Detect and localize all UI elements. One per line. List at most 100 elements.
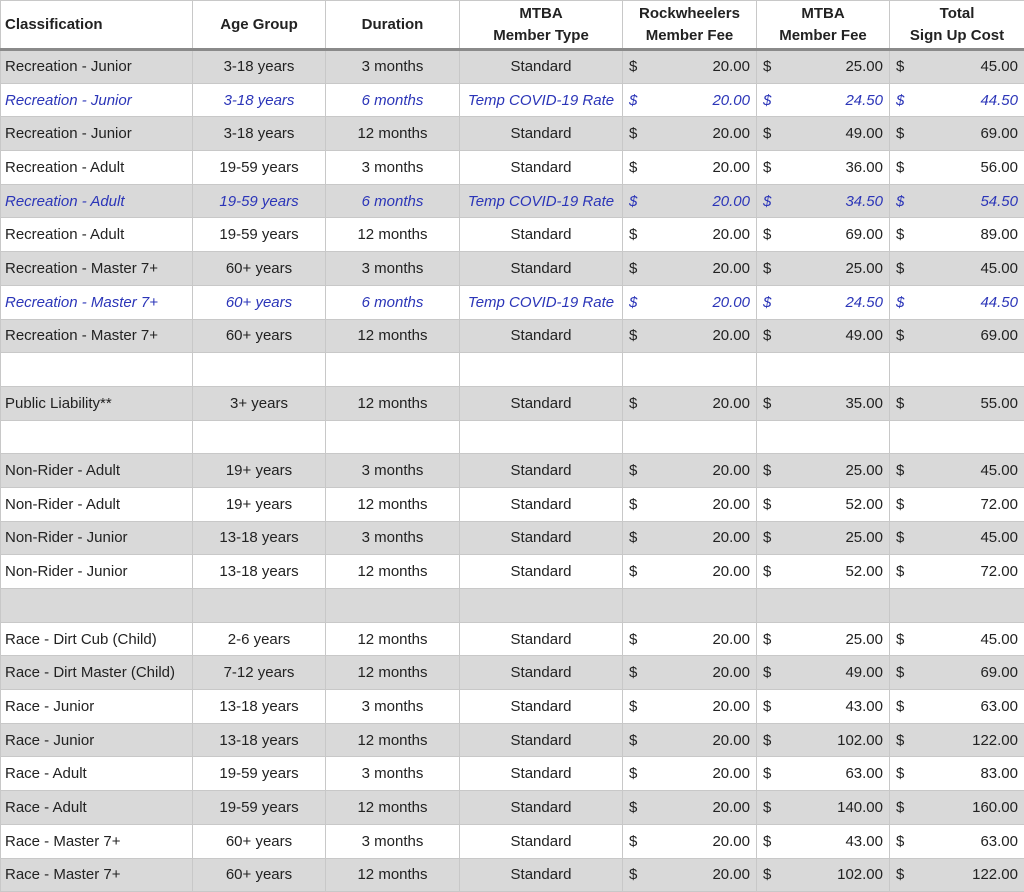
- currency-symbol: $: [629, 529, 638, 547]
- table-row: Race - Master 7+ 60+ years 3 months Standar…: [0, 823, 1024, 859]
- cell-rockwheelers-fee: [622, 352, 757, 387]
- age-group-text: 60+ years: [225, 866, 293, 884]
- amount-value: 122.00: [972, 731, 1018, 749]
- table-row: Non-Rider - Junior 13-18 years 3 months Sta…: [0, 520, 1024, 556]
- cell-mtba-fee: $24.50: [756, 82, 890, 118]
- duration-text: 6 months: [361, 91, 424, 109]
- cell-rockwheelers-fee: $20.00: [622, 453, 757, 488]
- table-row: Recreation - Junior 3-18 years 6 months Tem…: [0, 82, 1024, 118]
- cell-rockwheelers-fee: $20.00: [622, 318, 757, 354]
- table-row: Recreation - Master 7+ 60+ years 12 months…: [0, 318, 1024, 354]
- amount-value: 24.50: [845, 293, 883, 311]
- member-type-text: Standard: [510, 327, 572, 345]
- amount-value: 63.00: [980, 832, 1018, 850]
- classification-text: Recreation - Master 7+: [5, 327, 158, 345]
- cell-classification: Recreation - Master 7+: [0, 284, 193, 320]
- classification-text: Race - Dirt Master (Child): [5, 664, 176, 682]
- member-type-text: Standard: [510, 731, 572, 749]
- age-group-text: 60+ years: [225, 293, 293, 311]
- cell-mtba-fee: $43.00: [756, 823, 890, 859]
- cell-classification: Race - Junior: [0, 722, 193, 758]
- cell-classification: Recreation - Adult: [0, 150, 193, 185]
- cell-mtba-fee: [756, 419, 890, 455]
- cell-member-type: Standard: [459, 318, 623, 354]
- currency-symbol: $: [763, 91, 772, 109]
- classification-text: Race - Master 7+: [5, 832, 121, 850]
- cell-rockwheelers-fee: $20.00: [622, 82, 757, 118]
- currency-symbol: $: [896, 697, 905, 715]
- cell-rockwheelers-fee: $20.00: [622, 217, 757, 253]
- cell-age-group: 19-59 years: [192, 756, 326, 792]
- cell-duration: 3 months: [325, 49, 460, 84]
- cell-mtba-fee: $49.00: [756, 116, 890, 152]
- currency-symbol: $: [629, 798, 638, 816]
- classification-text: Recreation - Junior: [5, 91, 132, 109]
- cell-rockwheelers-fee: [622, 588, 757, 623]
- cell-rockwheelers-fee: $20.00: [622, 183, 757, 219]
- cell-total-cost: $44.50: [889, 82, 1024, 118]
- currency-symbol: $: [896, 293, 905, 311]
- classification-text: Race - Dirt Cub (Child): [5, 630, 157, 648]
- member-type-text: Standard: [510, 158, 572, 176]
- cell-mtba-fee: $69.00: [756, 217, 890, 253]
- header-row: Classification Age Group Duration MTBA Me…: [0, 0, 1024, 51]
- amount-value: 20.00: [712, 866, 750, 884]
- cell-rockwheelers-fee: $20.00: [622, 554, 757, 589]
- currency-symbol: $: [896, 731, 905, 749]
- membership-fee-table: Classification Age Group Duration MTBA Me…: [0, 0, 1024, 892]
- cell-age-group: 3-18 years: [192, 116, 326, 152]
- amount-value: 72.00: [980, 563, 1018, 581]
- currency-symbol: $: [763, 495, 772, 513]
- amount-value: 44.50: [980, 91, 1018, 109]
- cell-rockwheelers-fee: $20.00: [622, 116, 757, 152]
- amount-value: 69.00: [845, 226, 883, 244]
- cell-rockwheelers-fee: $20.00: [622, 520, 757, 556]
- cell-age-group: 60+ years: [192, 823, 326, 859]
- classification-text: Recreation - Master 7+: [5, 259, 158, 277]
- cell-member-type: Standard: [459, 116, 623, 152]
- cell-member-type: Standard: [459, 520, 623, 556]
- cell-duration: 12 months: [325, 857, 460, 892]
- currency-symbol: $: [629, 765, 638, 783]
- amount-value: 24.50: [845, 91, 883, 109]
- cell-total-cost: $45.00: [889, 621, 1024, 657]
- cell-member-type: Standard: [459, 150, 623, 185]
- cell-mtba-fee: $49.00: [756, 655, 890, 691]
- currency-symbol: $: [763, 293, 772, 311]
- amount-value: 20.00: [712, 192, 750, 210]
- cell-rockwheelers-fee: [622, 419, 757, 455]
- classification-text: Race - Junior: [5, 697, 95, 715]
- cell-mtba-fee: $25.00: [756, 251, 890, 286]
- cell-age-group: 3-18 years: [192, 49, 326, 84]
- cell-duration: 3 months: [325, 823, 460, 859]
- cell-age-group: 19-59 years: [192, 183, 326, 219]
- cell-mtba-fee: $102.00: [756, 857, 890, 892]
- amount-value: 20.00: [712, 58, 750, 76]
- cell-member-type: Temp COVID-19 Rate: [459, 284, 623, 320]
- amount-value: 20.00: [712, 563, 750, 581]
- classification-text: Recreation - Junior: [5, 58, 132, 76]
- table-row: Recreation - Junior 3-18 years 3 months Sta…: [0, 49, 1024, 84]
- cell-mtba-fee: $25.00: [756, 621, 890, 657]
- cell-mtba-fee: $25.00: [756, 453, 890, 488]
- age-group-text: 13-18 years: [219, 529, 299, 547]
- cell-classification: Race - Dirt Master (Child): [0, 655, 193, 691]
- cell-rockwheelers-fee: $20.00: [622, 150, 757, 185]
- currency-symbol: $: [896, 798, 905, 816]
- currency-symbol: $: [629, 563, 638, 581]
- member-type-text: Standard: [510, 394, 572, 412]
- duration-text: 12 months: [357, 394, 428, 412]
- cell-rockwheelers-fee: $20.00: [622, 486, 757, 522]
- cell-member-type: Standard: [459, 790, 623, 825]
- duration-text: 3 months: [361, 158, 424, 176]
- amount-value: 55.00: [980, 394, 1018, 412]
- cell-mtba-fee: $49.00: [756, 318, 890, 354]
- member-type-text: Standard: [510, 866, 572, 884]
- cell-rockwheelers-fee: $20.00: [622, 823, 757, 859]
- currency-symbol: $: [896, 866, 905, 884]
- cell-duration: [325, 352, 460, 387]
- cell-classification: Race - Adult: [0, 756, 193, 792]
- currency-symbol: $: [896, 226, 905, 244]
- amount-value: 140.00: [837, 798, 883, 816]
- cell-mtba-fee: $35.00: [756, 385, 890, 421]
